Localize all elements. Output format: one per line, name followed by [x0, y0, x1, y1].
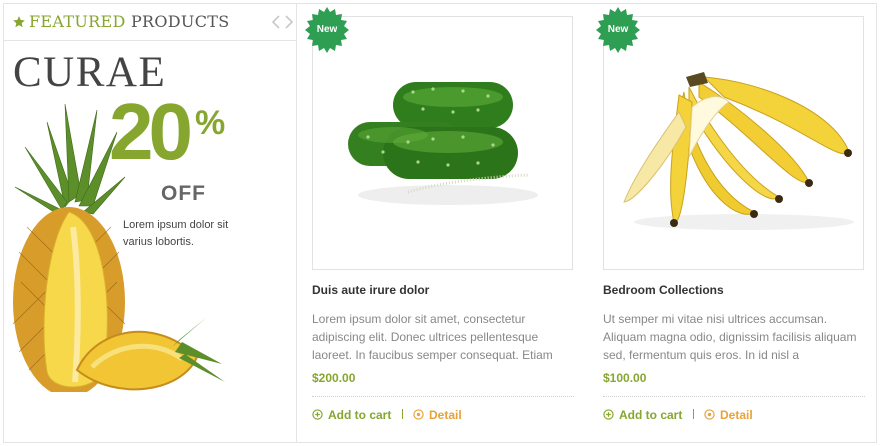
product-title[interactable]: Bedroom Collections	[603, 283, 724, 297]
cucumber-image	[348, 82, 538, 205]
discount-off-label: OFF	[161, 182, 206, 205]
panel-title: FEATURED PRODUCTS	[29, 12, 230, 31]
detail-circle-icon	[413, 409, 424, 420]
detail-label: Detail	[720, 408, 753, 422]
product-title[interactable]: Duis aute irure dolor	[312, 283, 429, 297]
product-actions: Add to cart Detail	[312, 408, 574, 424]
add-to-cart-label: Add to cart	[619, 408, 683, 422]
action-separator	[693, 409, 694, 419]
plus-circle-icon	[312, 409, 323, 420]
action-separator	[402, 409, 403, 419]
product-card: New Duis aute irure dolor Lorem ipsum do…	[305, 3, 574, 443]
chevron-left-icon[interactable]	[270, 14, 282, 30]
discount-value: 20	[109, 87, 193, 176]
star-icon	[13, 16, 25, 28]
promo-banner[interactable]: CURAE 20 % OFF Lorem ipsum dolor sit var…	[3, 42, 296, 442]
title-rest: PRODUCTS	[130, 12, 230, 31]
detail-button[interactable]: Detail	[413, 408, 462, 422]
product-card: New Bedroom Collections Ut semper mi vit…	[596, 3, 865, 443]
detail-circle-icon	[704, 409, 715, 420]
featured-products-panel: FEATURED PRODUCTS CURAE 20 % OFF Lorem i…	[3, 3, 297, 443]
detail-button[interactable]: Detail	[704, 408, 753, 422]
product-actions: Add to cart Detail	[603, 408, 865, 424]
chevron-right-icon[interactable]	[283, 14, 295, 30]
badge-label: New	[607, 24, 629, 35]
panel-header: FEATURED PRODUCTS	[3, 3, 296, 41]
product-image[interactable]	[603, 16, 864, 270]
banana-image	[623, 72, 854, 230]
new-badge: New	[304, 7, 350, 53]
promo-description: Lorem ipsum dolor sit varius lobortis.	[123, 219, 229, 248]
product-image[interactable]	[312, 16, 573, 270]
product-price: $200.00	[312, 371, 356, 385]
add-to-cart-label: Add to cart	[328, 408, 392, 422]
plus-circle-icon	[603, 409, 614, 420]
discount-percent-sign: %	[195, 104, 226, 142]
add-to-cart-button[interactable]: Add to cart	[312, 408, 391, 422]
add-to-cart-button[interactable]: Add to cart	[603, 408, 682, 422]
product-price: $100.00	[603, 371, 647, 385]
product-description: Lorem ipsum dolor sit amet, consectetur …	[312, 312, 553, 362]
divider	[603, 396, 865, 397]
badge-label: New	[316, 24, 338, 35]
new-badge: New	[595, 7, 641, 53]
detail-label: Detail	[429, 408, 462, 422]
product-description: Ut semper mi vitae nisi ultrices accumsa…	[603, 312, 857, 362]
title-highlight: FEATURED	[29, 12, 126, 31]
divider	[312, 396, 574, 397]
